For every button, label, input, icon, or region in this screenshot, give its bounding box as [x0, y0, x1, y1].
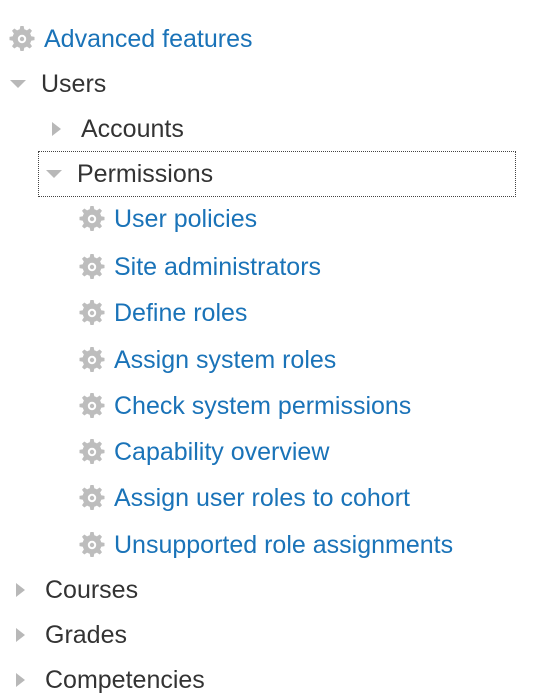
gear-icon [79, 300, 105, 325]
tree-item-label: Unsupported role assignments [114, 531, 454, 559]
tree-item-label: Site administrators [114, 253, 322, 281]
tree-node-label: Users [41, 70, 107, 98]
tree-item-label: Capability overview [114, 438, 330, 466]
tree-node-label: Competencies [45, 666, 205, 693]
caret-right-icon [16, 673, 25, 687]
tree-node-label: Permissions [77, 160, 214, 188]
tree-item-check-system-permissions[interactable]: Check system permissions [78, 386, 411, 426]
gear-icon [79, 532, 105, 557]
tree-item-label: Assign system roles [114, 346, 337, 374]
gear-icon [79, 485, 105, 510]
tree-item-label: User policies [114, 205, 258, 233]
tree-node-permissions[interactable]: Permissions [46, 154, 213, 194]
tree-node-courses[interactable]: Courses [14, 570, 138, 610]
caret-down-icon [46, 170, 62, 178]
tree-item-advanced-features[interactable]: Advanced features [8, 19, 252, 59]
tree-item-label: Advanced features [44, 25, 253, 53]
tree-node-label: Accounts [81, 115, 184, 143]
gear-icon [79, 254, 105, 279]
tree-item-assign-system-roles[interactable]: Assign system roles [78, 340, 336, 380]
tree-item-define-roles[interactable]: Define roles [78, 293, 247, 333]
gear-icon [79, 393, 105, 418]
gear-icon [9, 26, 35, 51]
gear-icon [79, 439, 105, 464]
gear-icon [79, 347, 105, 372]
tree-item-user-policies[interactable]: User policies [78, 199, 257, 239]
gear-icon [79, 206, 105, 231]
tree-node-label: Grades [45, 621, 127, 649]
tree-item-capability-overview[interactable]: Capability overview [78, 432, 329, 472]
tree-item-label: Check system permissions [114, 392, 412, 420]
tree-item-label: Define roles [114, 299, 248, 327]
tree-item-site-administrators[interactable]: Site administrators [78, 247, 321, 287]
tree-item-label: Assign user roles to cohort [114, 484, 410, 512]
tree-item-unsupported-role-assignments[interactable]: Unsupported role assignments [78, 525, 453, 565]
caret-right-icon [52, 122, 61, 136]
tree-node-label: Courses [45, 576, 139, 604]
tree-node-grades[interactable]: Grades [14, 615, 127, 655]
tree-node-competencies[interactable]: Competencies [14, 660, 205, 693]
admin-settings-tree: Advanced features Users Accounts Permiss… [0, 0, 539, 693]
tree-node-users[interactable]: Users [10, 64, 106, 104]
caret-down-icon [10, 80, 26, 88]
tree-node-accounts[interactable]: Accounts [50, 109, 184, 149]
caret-right-icon [16, 583, 25, 597]
caret-right-icon [16, 628, 25, 642]
tree-item-assign-user-roles-to-cohort[interactable]: Assign user roles to cohort [78, 478, 410, 518]
